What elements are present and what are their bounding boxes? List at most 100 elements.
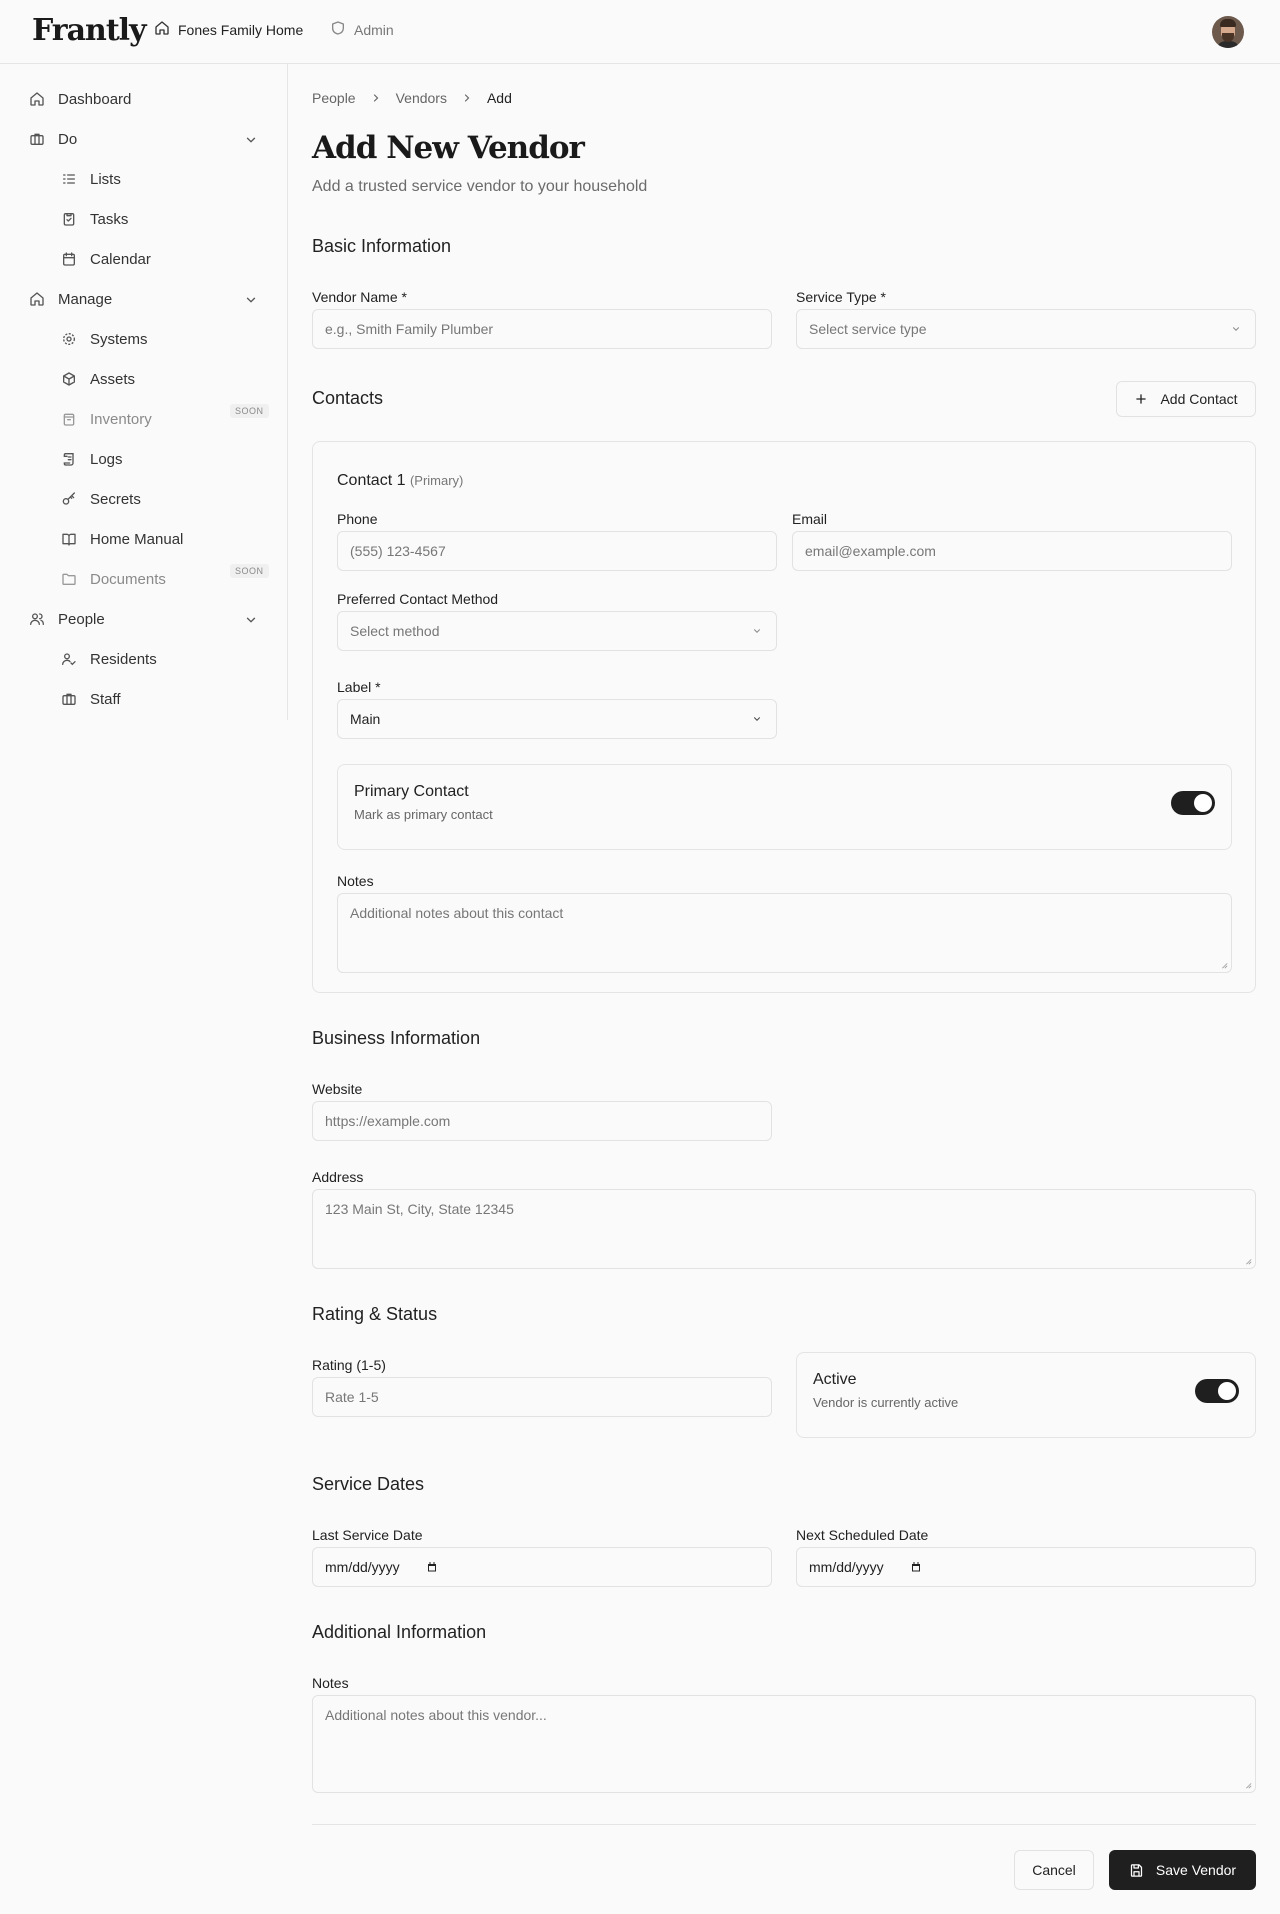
active-status-row: Active Vendor is currently active (796, 1352, 1256, 1438)
breadcrumb-current: Add (486, 90, 512, 106)
vendor-name-label: Vendor Name * (312, 289, 407, 305)
admin-link[interactable]: Admin (330, 20, 394, 39)
calendar-icon[interactable] (910, 1561, 922, 1573)
rating-input[interactable]: Rate 1-5 (312, 1377, 772, 1417)
gear-icon (60, 330, 78, 348)
household-name: Fones Family Home (178, 21, 304, 38)
contact-title: Contact 1 (337, 472, 406, 489)
save-icon (1130, 1863, 1143, 1877)
breadcrumb-vendors[interactable]: Vendors (396, 90, 447, 106)
service-type-value: Select service type (809, 321, 927, 337)
shield-icon (330, 20, 346, 39)
contact-notes-textarea[interactable]: Additional notes about this contact (337, 893, 1232, 973)
sidebar: Dashboard Do Lists Tasks Calendar Manage… (0, 64, 288, 720)
last-service-date-label: Last Service Date (312, 1527, 423, 1543)
vendor-notes-label: Notes (312, 1675, 349, 1691)
vendor-notes-placeholder: Additional notes about this vendor... (325, 1707, 547, 1723)
vendor-notes-textarea[interactable]: Additional notes about this vendor... (312, 1695, 1256, 1793)
list-icon (60, 170, 78, 188)
key-icon (60, 490, 78, 508)
users-icon (28, 610, 46, 628)
sidebar-item-tasks[interactable]: Tasks (60, 205, 128, 233)
section-service-dates: Service Dates (312, 1474, 425, 1494)
section-additional-information: Additional Information (312, 1622, 487, 1642)
avatar[interactable] (1212, 16, 1244, 48)
admin-label: Admin (354, 21, 394, 38)
add-contact-button[interactable]: Add Contact (1116, 381, 1256, 417)
active-title: Active (813, 1371, 857, 1388)
home-icon (154, 20, 170, 39)
soon-badge: SOON (230, 404, 269, 418)
chevron-down-icon (754, 629, 760, 633)
primary-contact-title: Primary Contact (354, 783, 469, 800)
next-scheduled-date-input[interactable]: mm/dd/yyyy (796, 1547, 1256, 1587)
contact-notes-label: Notes (337, 873, 374, 889)
household-switcher[interactable]: Fones Family Home (154, 20, 303, 39)
last-service-date-input[interactable]: mm/dd/yyyy (312, 1547, 772, 1587)
calendar-icon[interactable] (426, 1561, 438, 1573)
top-bar: Frantly Fones Family Home Admin (0, 0, 1280, 64)
sidebar-item-systems[interactable]: Systems (60, 325, 148, 353)
chevron-down-icon[interactable] (244, 133, 258, 147)
chevron-down-icon[interactable] (244, 613, 258, 627)
phone-input[interactable]: (555) 123-4567 (337, 531, 777, 571)
sidebar-item-residents[interactable]: Residents (60, 645, 157, 673)
sidebar-item-label: Assets (90, 370, 136, 388)
active-toggle[interactable] (1195, 1379, 1239, 1403)
archive-icon (60, 410, 78, 428)
sidebar-item-lists[interactable]: Lists (60, 165, 121, 193)
sidebar-item-dashboard[interactable]: Dashboard (28, 85, 131, 113)
sidebar-item-label: Lists (90, 170, 121, 188)
service-type-label: Service Type * (796, 289, 887, 305)
vendor-name-input[interactable]: e.g., Smith Family Plumber (312, 309, 772, 349)
section-rating-status: Rating & Status (312, 1304, 438, 1324)
sidebar-item-inventory: Inventory (60, 405, 152, 433)
sidebar-item-home-manual[interactable]: Home Manual (60, 525, 183, 553)
contact-card: Contact 1 (Primary) Phone (555) 123-4567… (312, 441, 1256, 993)
website-input[interactable]: https://example.com (312, 1101, 772, 1141)
breadcrumb: People Vendors Add (312, 90, 512, 106)
calendar-icon (60, 250, 78, 268)
address-label: Address (312, 1169, 364, 1185)
sidebar-item-label: Residents (90, 650, 157, 668)
breadcrumb-people[interactable]: People (312, 90, 356, 106)
contact-label-label: Label * (337, 679, 381, 695)
chevron-down-icon[interactable] (244, 293, 258, 307)
sidebar-item-logs[interactable]: Logs (60, 445, 123, 473)
sidebar-item-label: Dashboard (58, 90, 132, 108)
briefcase-icon (28, 130, 46, 148)
chevron-right-icon (373, 94, 378, 102)
sidebar-group-people[interactable]: People (28, 605, 105, 633)
sidebar-item-label: People (58, 610, 105, 628)
save-vendor-button[interactable]: Save Vendor (1109, 1850, 1256, 1890)
page-subtitle: Add a trusted service vendor to your hou… (312, 178, 648, 195)
sidebar-item-secrets[interactable]: Secrets (60, 485, 141, 513)
primary-contact-toggle[interactable] (1171, 791, 1215, 815)
sidebar-item-label: Tasks (90, 210, 129, 228)
rating-label: Rating (1-5) (312, 1357, 386, 1373)
resize-grip-icon[interactable] (1244, 1781, 1252, 1789)
cancel-button[interactable]: Cancel (1014, 1850, 1094, 1890)
sidebar-item-staff[interactable]: Staff (60, 685, 121, 713)
email-input[interactable]: email@example.com (792, 531, 1232, 571)
sidebar-group-manage[interactable]: Manage (28, 285, 112, 313)
resize-grip-icon[interactable] (1220, 961, 1228, 969)
section-basic-information: Basic Information (312, 236, 452, 256)
resize-grip-icon[interactable] (1244, 1257, 1252, 1265)
service-type-select[interactable]: Select service type (796, 309, 1256, 349)
home-icon (28, 290, 46, 308)
sidebar-item-label: Manage (58, 290, 113, 308)
briefcase-icon (60, 690, 78, 708)
home-icon (28, 90, 46, 108)
preferred-method-select[interactable]: Select method (337, 611, 777, 651)
contact-label-select[interactable]: Main (337, 699, 777, 739)
address-placeholder: 123 Main St, City, State 12345 (325, 1201, 514, 1217)
sidebar-group-do[interactable]: Do (28, 125, 77, 153)
app-logo[interactable]: Frantly (32, 13, 147, 48)
contact-label-value: Main (350, 711, 381, 727)
address-textarea[interactable]: 123 Main St, City, State 12345 (312, 1189, 1256, 1269)
sidebar-item-assets[interactable]: Assets (60, 365, 135, 393)
sidebar-item-documents: Documents (60, 565, 166, 593)
sidebar-item-calendar[interactable]: Calendar (60, 245, 151, 273)
cancel-label: Cancel (1032, 1862, 1076, 1878)
